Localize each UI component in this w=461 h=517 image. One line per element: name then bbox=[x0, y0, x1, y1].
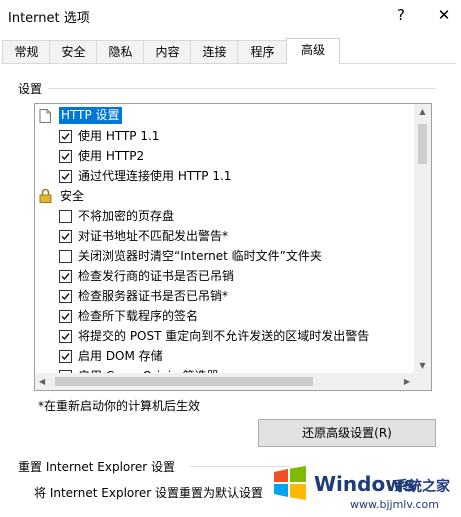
scroll-left-icon[interactable]: ◀ bbox=[39, 377, 45, 386]
scroll-down-icon[interactable]: ▼ bbox=[414, 361, 431, 370]
window-title: Internet 选项 bbox=[8, 11, 90, 26]
checkbox[interactable] bbox=[59, 290, 72, 303]
restore-advanced-settings-button[interactable]: 还原高级设置(R) bbox=[258, 419, 436, 447]
item-label: 启用 DOM 存储 bbox=[78, 349, 163, 363]
close-button[interactable]: ✕ bbox=[430, 4, 458, 26]
settings-group-label: 设置 bbox=[18, 82, 43, 96]
horizontal-scrollbar[interactable]: ◀ ▶ bbox=[35, 373, 414, 390]
lock-icon bbox=[39, 188, 52, 209]
item-label: 对证书地址不匹配发出警告* bbox=[78, 229, 229, 243]
checkbox[interactable] bbox=[59, 170, 72, 183]
checkbox[interactable] bbox=[59, 230, 72, 243]
checkbox[interactable] bbox=[59, 210, 72, 223]
tab-security[interactable]: 安全 bbox=[49, 40, 98, 63]
tab-connections[interactable]: 连接 bbox=[190, 40, 239, 63]
item-label: 不将加密的页存盘 bbox=[78, 209, 175, 223]
tab-advanced[interactable]: 高级 bbox=[286, 38, 340, 64]
restart-footnote: *在重新启动你的计算机后生效 bbox=[38, 399, 201, 413]
group-divider bbox=[48, 88, 436, 89]
item-label: 检查服务器证书是否已吊销* bbox=[78, 289, 229, 303]
item-label: 检查发行商的证书是否已吊销 bbox=[78, 269, 235, 283]
item-label: 检查所下载程序的签名 bbox=[78, 309, 199, 323]
item-label: 使用 HTTP 1.1 bbox=[78, 129, 160, 143]
category-label: HTTP 设置 bbox=[59, 107, 122, 124]
checkbox[interactable] bbox=[59, 250, 72, 263]
reset-section-title: 重置 Internet Explorer 设置 bbox=[18, 460, 176, 474]
vertical-scroll-thumb[interactable] bbox=[418, 124, 427, 164]
settings-list[interactable]: HTTP 设置 使用 HTTP 1.1 使用 HTTP2 通过代理连接使用 HT… bbox=[34, 103, 432, 391]
scroll-right-icon[interactable]: ▶ bbox=[404, 377, 410, 386]
checkbox[interactable] bbox=[59, 350, 72, 363]
checkbox[interactable] bbox=[59, 270, 72, 283]
windows-logo-icon bbox=[272, 466, 308, 503]
help-button[interactable]: ? bbox=[387, 4, 415, 26]
checkbox[interactable] bbox=[59, 130, 72, 143]
tab-content[interactable]: 内容 bbox=[143, 40, 192, 63]
checkbox[interactable] bbox=[59, 150, 72, 163]
checkbox[interactable] bbox=[59, 310, 72, 323]
tab-programs[interactable]: 程序 bbox=[237, 40, 288, 63]
vertical-scrollbar[interactable]: ▲ ▼ bbox=[414, 104, 431, 373]
tab-privacy[interactable]: 隐私 bbox=[96, 40, 145, 63]
item-label: 将提交的 POST 重定向到不允许发送的区域时发出警告 bbox=[78, 329, 370, 343]
scroll-up-icon[interactable]: ▲ bbox=[414, 107, 431, 116]
horizontal-scroll-thumb[interactable] bbox=[55, 377, 313, 386]
title-bar: Internet 选项 ? ✕ bbox=[0, 0, 461, 32]
item-label: 关闭浏览器时清空“Internet 临时文件”文件夹 bbox=[78, 249, 322, 263]
reset-description: 将 Internet Explorer 设置重置为默认设置 bbox=[34, 486, 264, 500]
page-icon bbox=[39, 109, 51, 129]
tab-general[interactable]: 常规 bbox=[2, 40, 51, 63]
item-label: 使用 HTTP2 bbox=[78, 149, 145, 163]
category-label: 安全 bbox=[60, 189, 85, 203]
watermark-url: www.bjjmlv.com bbox=[350, 498, 439, 511]
checkbox[interactable] bbox=[59, 330, 72, 343]
watermark: Windows 系统之家 www.bjjmlv.com bbox=[266, 458, 461, 516]
scrollbar-corner bbox=[414, 373, 431, 390]
item-label: 通过代理连接使用 HTTP 1.1 bbox=[78, 169, 232, 183]
watermark-cn: 系统之家 bbox=[394, 479, 450, 495]
tab-strip: 常规 安全 隐私 内容 连接 程序 高级 bbox=[0, 38, 461, 64]
